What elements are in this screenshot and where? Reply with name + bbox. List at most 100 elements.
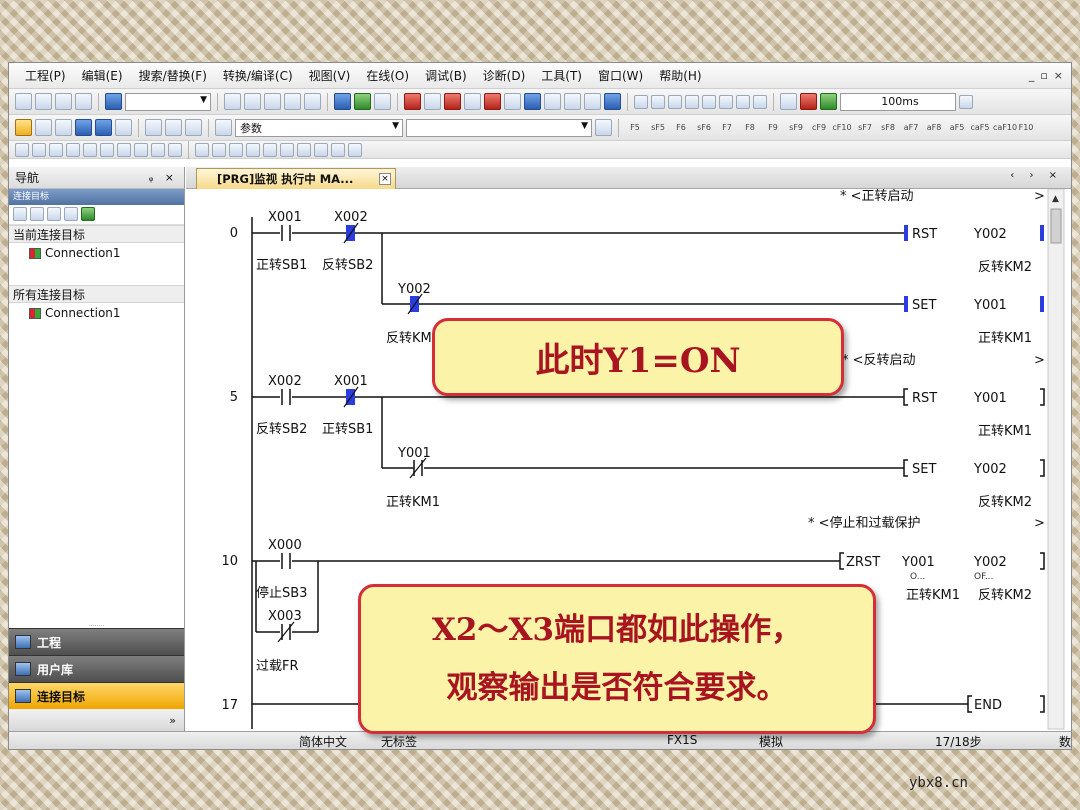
contact-x001-label[interactable]: X001 <box>268 210 302 225</box>
edit-tool-icon[interactable] <box>263 142 277 157</box>
fkey-closed-contact[interactable]: F6 <box>671 123 691 132</box>
toolbar-combo-blank[interactable]: ▼ <box>125 92 211 111</box>
fkey-instruction[interactable]: F8 <box>740 123 760 132</box>
menu-project[interactable]: 工程(P) <box>17 67 74 84</box>
tool-icon[interactable] <box>668 94 682 109</box>
pin-close-icon[interactable]: ᵩ × <box>149 171 184 184</box>
edit-tool-icon[interactable] <box>246 142 260 157</box>
close-icon[interactable]: × <box>1054 69 1063 82</box>
operand-y002[interactable]: Y002 <box>973 227 1007 242</box>
program-check-icon[interactable] <box>544 93 561 110</box>
refresh-icon[interactable] <box>81 207 95 221</box>
menu-convert-compile[interactable]: 转换/编译(C) <box>215 67 301 84</box>
nav-tab-connection[interactable]: 连接目标 <box>9 682 184 709</box>
menu-view[interactable]: 视图(V) <box>301 67 359 84</box>
tab-prg-monitor[interactable]: [PRG]监视 执行中 MA... × <box>196 168 396 189</box>
paste-icon[interactable] <box>264 93 281 110</box>
operand-y002[interactable]: Y002 <box>973 555 1007 570</box>
fkey-open-contact[interactable]: F5 <box>625 123 645 132</box>
device-batch-icon[interactable] <box>464 93 481 110</box>
edit-tool-icon[interactable] <box>32 142 46 157</box>
list-mode-icon[interactable] <box>55 119 72 136</box>
edit-tool-icon[interactable] <box>66 142 80 157</box>
instr-rst[interactable]: RST <box>912 391 937 406</box>
ladder-mode-icon[interactable] <box>15 119 32 136</box>
close-icon[interactable]: × <box>379 173 391 185</box>
instr-rst[interactable]: RST <box>912 227 937 242</box>
open-folder-icon[interactable] <box>35 93 52 110</box>
scroll-up-icon[interactable]: ▲ <box>1052 194 1059 204</box>
fkey-invert[interactable]: aF5 <box>947 123 967 132</box>
contact-x000-label[interactable]: X000 <box>268 538 302 553</box>
save-icon[interactable] <box>55 93 72 110</box>
expand-icon[interactable]: » <box>169 714 176 727</box>
edit-tool-icon[interactable] <box>117 142 131 157</box>
fkey-operation-result[interactable]: caF5 <box>970 123 990 132</box>
menu-help[interactable]: 帮助(H) <box>651 67 709 84</box>
contact-x002-label[interactable]: X002 <box>268 374 302 389</box>
print-icon[interactable] <box>75 93 92 110</box>
menu-window[interactable]: 窗口(W) <box>590 67 651 84</box>
verify-plc-icon[interactable] <box>374 93 391 110</box>
undo-icon[interactable] <box>284 93 301 110</box>
device-display-icon[interactable] <box>145 119 162 136</box>
edit-tool-icon[interactable] <box>15 142 29 157</box>
cut-icon[interactable] <box>224 93 241 110</box>
fkey-line-delete[interactable]: F10 <box>1016 123 1036 132</box>
comment-mode-icon[interactable] <box>115 119 132 136</box>
monitor-mode-icon[interactable] <box>604 93 621 110</box>
fkey-coil[interactable]: F7 <box>717 123 737 132</box>
cross-ref-icon[interactable] <box>564 93 581 110</box>
format-icon[interactable] <box>165 119 182 136</box>
entry-monitor-icon[interactable] <box>484 93 501 110</box>
edit-tool-icon[interactable] <box>134 142 148 157</box>
menu-search-replace[interactable]: 搜索/替换(F) <box>131 67 215 84</box>
edit-tool-icon[interactable] <box>195 142 209 157</box>
copy-connection-icon[interactable] <box>30 207 44 221</box>
device-combo[interactable]: ▼ <box>406 118 592 137</box>
edit-tool-icon[interactable] <box>297 142 311 157</box>
fkey-parallel-falling[interactable]: aF8 <box>924 123 944 132</box>
new-file-icon[interactable] <box>15 93 32 110</box>
fkey-hline[interactable]: F9 <box>763 123 783 132</box>
instr-set[interactable]: SET <box>912 298 936 313</box>
read-mode-icon[interactable] <box>75 119 92 136</box>
menu-diagnostics[interactable]: 诊断(D) <box>475 67 534 84</box>
edit-tool-icon[interactable] <box>100 142 114 157</box>
tool-icon[interactable] <box>753 94 767 109</box>
read-plc-icon[interactable] <box>334 93 351 110</box>
contact-y002-label[interactable]: Y002 <box>397 282 431 297</box>
run-icon[interactable] <box>820 93 837 110</box>
fkey-parallel-open[interactable]: sF5 <box>648 123 668 132</box>
tool-icon[interactable] <box>685 94 699 109</box>
param-combo[interactable]: 参数 ▼ <box>235 118 403 137</box>
connection-props-icon[interactable] <box>64 207 78 221</box>
help-icon[interactable] <box>105 93 122 110</box>
copy-icon[interactable] <box>244 93 261 110</box>
scan-time-menu-icon[interactable] <box>959 94 973 109</box>
new-connection-icon[interactable] <box>13 207 27 221</box>
redo-icon[interactable] <box>304 93 321 110</box>
tool-icon[interactable] <box>634 94 648 109</box>
write-mode-icon[interactable] <box>95 119 112 136</box>
document-icon[interactable] <box>595 119 612 136</box>
scan-time-field[interactable]: 100ms <box>840 92 956 111</box>
write-plc-icon[interactable] <box>354 93 371 110</box>
fkey-line-input[interactable]: caF10 <box>993 123 1017 132</box>
menu-online[interactable]: 在线(O) <box>358 67 417 84</box>
contact-x001-label[interactable]: X001 <box>334 374 368 389</box>
stop-icon[interactable] <box>800 93 817 110</box>
menu-debug[interactable]: 调试(B) <box>417 67 475 84</box>
edit-tool-icon[interactable] <box>151 142 165 157</box>
scrollbar-thumb[interactable] <box>1050 208 1062 244</box>
operand-y001[interactable]: Y001 <box>973 298 1007 313</box>
monitor-start-icon[interactable] <box>404 93 421 110</box>
fkey-rising-pulse[interactable]: sF7 <box>855 123 875 132</box>
edit-tool-icon[interactable] <box>212 142 226 157</box>
tool-icon[interactable] <box>702 94 716 109</box>
edit-tool-icon[interactable] <box>280 142 294 157</box>
device-list-icon[interactable] <box>584 93 601 110</box>
operand-y001[interactable]: Y001 <box>973 391 1007 406</box>
watch-icon[interactable] <box>504 93 521 110</box>
instr-zrst[interactable]: ZRST <box>846 555 880 570</box>
